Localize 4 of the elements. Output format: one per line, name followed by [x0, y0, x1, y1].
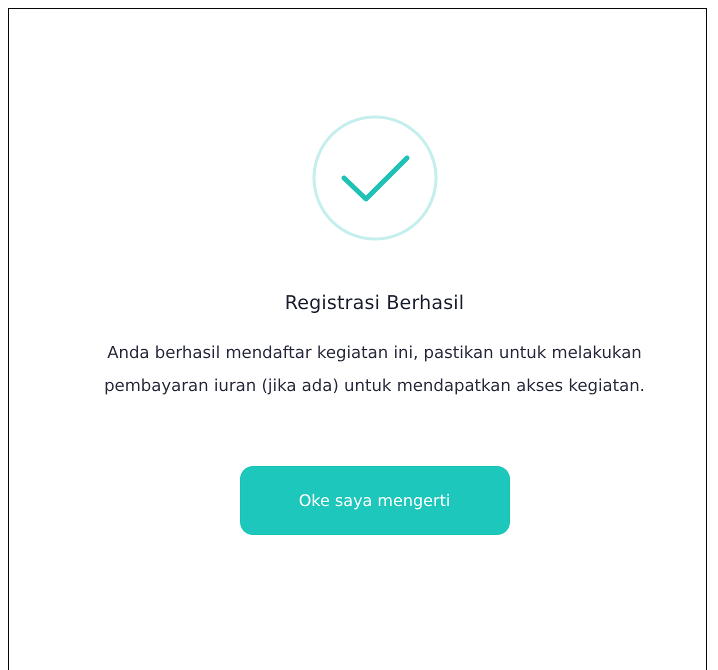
check-icon — [310, 114, 438, 242]
dialog-title: Registrasi Berhasil — [284, 292, 464, 314]
confirm-button[interactable]: Oke saya mengerti — [240, 466, 510, 535]
dialog-message: Anda berhasil mendaftar kegiatan ini, pastikan untuk melakukan pembayaran iuran (jika ada) untuk mendapatkan akses kegiatan. — [103, 342, 646, 397]
